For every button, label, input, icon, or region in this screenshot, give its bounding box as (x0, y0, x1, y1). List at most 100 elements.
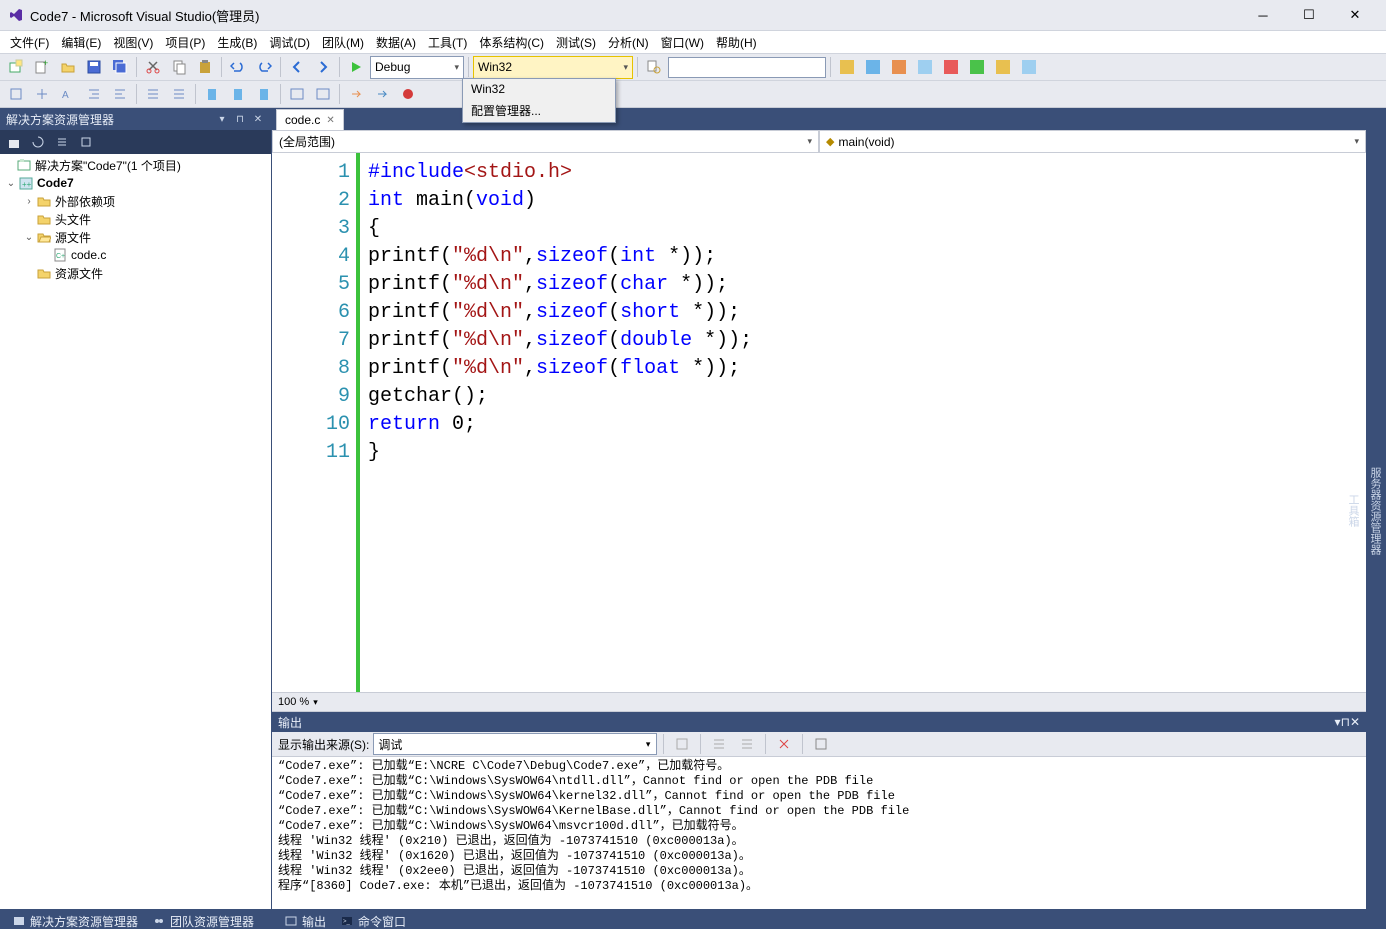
menu-窗口[interactable]: 窗口(W) (655, 32, 710, 53)
new-project-icon[interactable] (4, 55, 28, 79)
out-tb-icon[interactable] (707, 732, 731, 756)
tb-ext7-icon[interactable] (991, 55, 1015, 79)
tb-ext3-icon[interactable] (887, 55, 911, 79)
sb-team-explorer[interactable]: 团队资源管理器 (146, 913, 260, 929)
out-tb-icon[interactable] (735, 732, 759, 756)
output-text[interactable]: “Code7.exe”: 已加载“E:\NCRE C\Code7\Debug\C… (272, 757, 1366, 909)
code-content[interactable]: #include<stdio.h>int main(void){printf("… (360, 153, 1366, 692)
pin-icon[interactable]: ⊓ (233, 112, 247, 126)
sb-command-window[interactable]: >_ 命令窗口 (334, 913, 412, 929)
menu-项目[interactable]: 项目(P) (159, 32, 211, 53)
menu-文件[interactable]: 文件(F) (4, 32, 55, 53)
menu-视图[interactable]: 视图(V) (107, 32, 159, 53)
close-icon[interactable]: ✕ (251, 112, 265, 126)
tree-external-deps[interactable]: › 外部依赖项 (0, 192, 271, 210)
minimize-button[interactable]: ─ (1240, 0, 1286, 30)
bookmark-icon[interactable] (200, 82, 224, 106)
breakpoint-icon[interactable] (396, 82, 420, 106)
tb-ext5-icon[interactable] (939, 55, 963, 79)
copy-icon[interactable] (167, 55, 191, 79)
tree-resources[interactable]: 资源文件 (0, 264, 271, 282)
menu-调试[interactable]: 调试(D) (263, 32, 316, 53)
paste-icon[interactable] (193, 55, 217, 79)
home-icon[interactable] (4, 132, 24, 152)
close-icon[interactable]: ✕ (326, 115, 334, 126)
menu-体系结构[interactable]: 体系结构(C) (473, 32, 550, 53)
platform-option-config-manager[interactable]: 配置管理器... (463, 99, 615, 122)
menu-生成[interactable]: 生成(B) (211, 32, 263, 53)
comment-icon[interactable] (141, 82, 165, 106)
menu-分析[interactable]: 分析(N) (602, 32, 655, 53)
outdent-icon[interactable] (108, 82, 132, 106)
config-select[interactable]: Debug▾ (370, 56, 464, 79)
sb-solution-explorer[interactable]: 解决方案资源管理器 (6, 913, 144, 929)
step-icon[interactable] (370, 82, 394, 106)
add-item-icon[interactable]: + (30, 55, 54, 79)
tb-ext2-icon[interactable] (861, 55, 885, 79)
output-source-select[interactable]: 调试▾ (373, 733, 657, 755)
step-icon[interactable] (344, 82, 368, 106)
tree-headers[interactable]: 头文件 (0, 210, 271, 228)
tb-ext8-icon[interactable] (1017, 55, 1041, 79)
tb2-icon[interactable] (30, 82, 54, 106)
tb2-icon[interactable]: A (56, 82, 80, 106)
expand-icon[interactable]: ⌄ (22, 232, 36, 243)
dropdown-icon[interactable]: ▾ (215, 112, 229, 126)
properties-icon[interactable] (76, 132, 96, 152)
platform-select[interactable]: Win32▾ (473, 56, 633, 79)
server-explorer-tab[interactable]: 服务器资源管理器 (1364, 460, 1386, 562)
tree-project[interactable]: ⌄ ++ Code7 (0, 174, 271, 192)
find-input[interactable] (668, 57, 826, 78)
expand-icon[interactable]: ⌄ (4, 178, 18, 189)
cut-icon[interactable] (141, 55, 165, 79)
close-icon[interactable]: ✕ (1350, 715, 1360, 729)
tb-ext6-icon[interactable] (965, 55, 989, 79)
window-icon[interactable] (285, 82, 309, 106)
save-all-icon[interactable] (108, 55, 132, 79)
out-tb-icon[interactable] (670, 732, 694, 756)
folder-icon (36, 193, 52, 209)
bookmark-icon[interactable] (252, 82, 276, 106)
undo-icon[interactable] (226, 55, 250, 79)
chevron-down-icon[interactable]: ▾ (313, 697, 318, 708)
refresh-icon[interactable] (28, 132, 48, 152)
menu-团队[interactable]: 团队(M) (316, 32, 370, 53)
menu-工具[interactable]: 工具(T) (422, 32, 473, 53)
expand-icon[interactable]: › (22, 196, 36, 207)
platform-option-win32[interactable]: Win32 (463, 79, 615, 99)
find-in-files-icon[interactable] (642, 55, 666, 79)
indent-icon[interactable] (82, 82, 106, 106)
tree-solution[interactable]: 解决方案"Code7"(1 个项目) (0, 156, 271, 174)
window-icon[interactable] (311, 82, 335, 106)
redo-icon[interactable] (252, 55, 276, 79)
close-button[interactable]: ✕ (1332, 0, 1378, 30)
scope-select[interactable]: (全局范围)▾ (272, 130, 819, 153)
tree-source-file[interactable]: C+ code.c (0, 246, 271, 264)
open-icon[interactable] (56, 55, 80, 79)
clear-icon[interactable] (772, 732, 796, 756)
nav-fwd-icon[interactable] (311, 55, 335, 79)
zoom-level[interactable]: 100 % (278, 696, 309, 708)
sb-output[interactable]: 输出 (278, 913, 332, 929)
code-editor[interactable]: 1234567891011 #include<stdio.h>int main(… (272, 153, 1366, 692)
editor-tab[interactable]: code.c ✕ (276, 109, 344, 130)
start-icon[interactable] (344, 55, 368, 79)
toolbox-tab[interactable]: 工具箱 (1342, 487, 1364, 534)
collapse-icon[interactable] (52, 132, 72, 152)
menu-测试[interactable]: 测试(S) (550, 32, 602, 53)
menu-编辑[interactable]: 编辑(E) (55, 32, 107, 53)
nav-back-icon[interactable] (285, 55, 309, 79)
wrap-icon[interactable] (809, 732, 833, 756)
tree-sources[interactable]: ⌄ 源文件 (0, 228, 271, 246)
tb-ext1-icon[interactable] (835, 55, 859, 79)
menu-数据[interactable]: 数据(A) (370, 32, 422, 53)
tb2-icon[interactable] (4, 82, 28, 106)
bookmark-icon[interactable] (226, 82, 250, 106)
save-icon[interactable] (82, 55, 106, 79)
tb-ext4-icon[interactable] (913, 55, 937, 79)
uncomment-icon[interactable] (167, 82, 191, 106)
menu-帮助[interactable]: 帮助(H) (710, 32, 763, 53)
pin-icon[interactable]: ⊓ (1341, 715, 1350, 729)
member-select[interactable]: ◆main(void)▾ (819, 130, 1366, 153)
maximize-button[interactable]: ☐ (1286, 0, 1332, 30)
